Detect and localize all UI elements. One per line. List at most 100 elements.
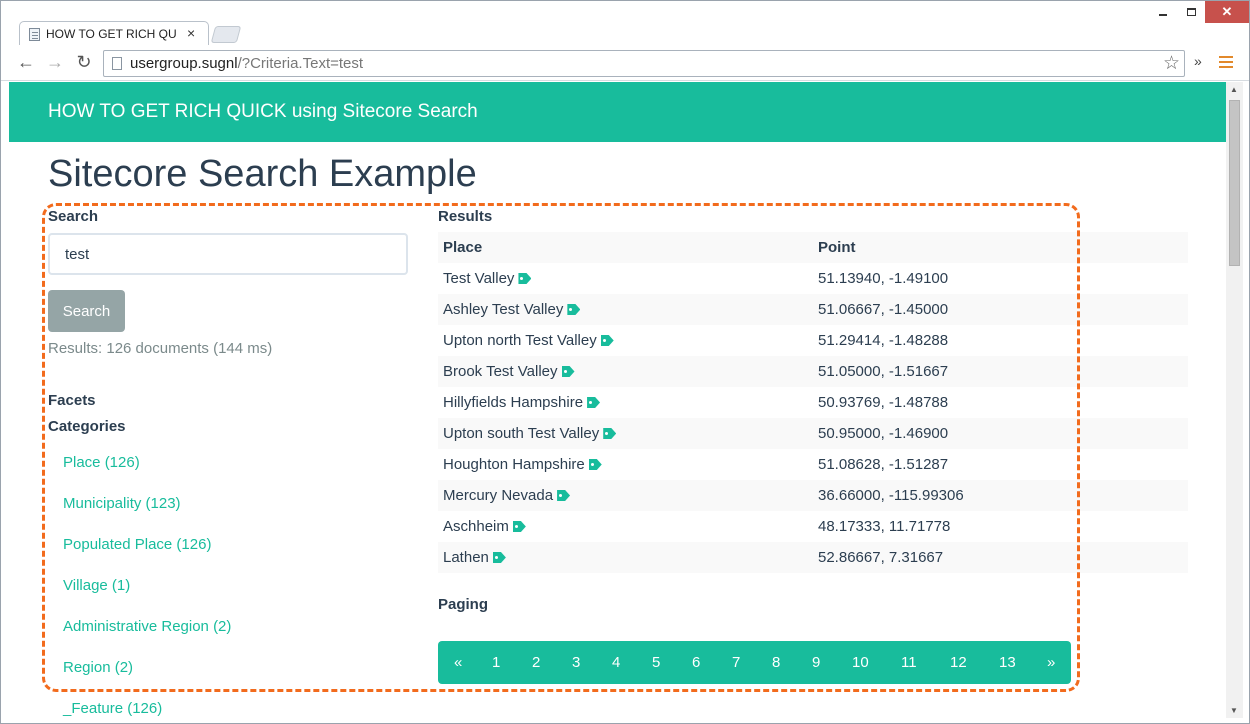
search-label: Search [48,208,99,225]
tab-close-icon[interactable]: × [187,25,195,41]
address-bar[interactable]: usergroup.sugnl/?Criteria.Text=test ☆ [103,50,1185,77]
table-row: Test Valley 51.13940, -1.49100 [438,263,1188,294]
scroll-thumb[interactable] [1229,100,1240,266]
window-controls: ✕ [1149,1,1249,23]
scroll-down-icon[interactable]: ▼ [1230,706,1238,715]
facet-link-place[interactable]: Place (126) [63,454,140,471]
browser-window: HOW TO GET RICH QUICK × ✕ ← → ↻ usergrou… [0,0,1250,724]
page-link-9[interactable]: 9 [812,654,820,671]
tag-icon[interactable] [588,459,602,470]
page-link-6[interactable]: 6 [692,654,700,671]
page-link-3[interactable]: 3 [572,654,580,671]
extensions-overflow-button[interactable]: » [1194,53,1202,69]
tag-icon[interactable] [492,552,506,563]
page-favicon-icon [29,28,40,41]
place-name: Lathen [443,549,489,566]
star-icon[interactable]: ☆ [1163,52,1180,75]
tag-icon[interactable] [587,397,601,408]
search-input[interactable] [48,233,408,275]
page-scrollbar[interactable]: ▲ ▼ [1226,82,1243,718]
point-cell: 51.06667, -1.45000 [813,294,1188,325]
table-row: Upton north Test Valley 51.29414, -1.482… [438,325,1188,356]
page-icon [112,57,122,70]
minimize-button[interactable] [1149,1,1177,23]
pagination: « 1 2 3 4 5 6 7 8 9 10 11 12 13 » [438,641,1071,684]
facets-heading: Facets [48,392,96,409]
table-row: Upton south Test Valley 50.95000, -1.469… [438,418,1188,449]
page-link-10[interactable]: 10 [852,654,869,671]
results-heading: Results [438,208,493,225]
maximize-button[interactable] [1177,1,1205,23]
page-link-8[interactable]: 8 [772,654,780,671]
reload-icon[interactable]: ↻ [73,52,95,73]
page-link-5[interactable]: 5 [652,654,660,671]
place-name: Upton north Test Valley [443,332,597,349]
tag-icon[interactable] [603,428,617,439]
point-cell: 51.05000, -1.51667 [813,356,1188,387]
table-row: Aschheim 48.17333, 11.71778 [438,511,1188,542]
table-row: Mercury Nevada 36.66000, -115.99306 [438,480,1188,511]
new-tab-button[interactable] [210,26,242,43]
place-cell: Upton south Test Valley [438,418,813,449]
place-name: Ashley Test Valley [443,301,564,318]
page-prev-link[interactable]: « [454,654,462,671]
place-cell: Aschheim [438,511,813,542]
browser-tab[interactable]: HOW TO GET RICH QUICK × [19,21,209,47]
hamburger-menu-icon[interactable] [1219,56,1233,68]
tag-icon[interactable] [518,273,532,284]
facet-link-feature[interactable]: _Feature (126) [63,700,162,717]
place-cell: Hillyfields Hampshire [438,387,813,418]
place-name: Brook Test Valley [443,363,558,380]
tag-icon[interactable] [512,521,526,532]
page-link-11[interactable]: 11 [901,654,917,671]
arrow-right-icon[interactable]: → [44,52,66,73]
page-link-2[interactable]: 2 [532,654,540,671]
categories-heading: Categories [48,418,126,435]
paging-heading: Paging [438,596,489,613]
tag-icon[interactable] [561,366,575,377]
page-title: Sitecore Search Example [48,153,477,195]
place-cell: Brook Test Valley [438,356,813,387]
page-link-13[interactable]: 13 [999,654,1016,671]
place-cell: Upton north Test Valley [438,325,813,356]
page-next-link[interactable]: » [1047,654,1055,671]
site-navbar: HOW TO GET RICH QUICK using Sitecore Sea… [9,82,1226,142]
place-cell: Mercury Nevada [438,480,813,511]
search-button[interactable]: Search [48,290,125,332]
column-header-point: Point [813,232,1188,263]
facet-link-municipality[interactable]: Municipality (123) [63,495,181,512]
scroll-up-icon[interactable]: ▲ [1230,85,1238,94]
url-text: usergroup.sugnl/?Criteria.Text=test [130,55,363,72]
place-name: Test Valley [443,270,515,287]
maximize-icon [1186,8,1196,16]
point-cell: 51.13940, -1.49100 [813,263,1188,294]
page-link-12[interactable]: 12 [950,654,967,671]
point-cell: 36.66000, -115.99306 [813,480,1188,511]
table-header-row: Place Point [438,232,1188,263]
page-link-1[interactable]: 1 [492,654,500,671]
arrow-left-icon[interactable]: ← [15,52,37,73]
page-link-4[interactable]: 4 [612,654,620,671]
facet-link-region[interactable]: Region (2) [63,659,133,676]
place-name: Upton south Test Valley [443,425,600,442]
place-cell: Houghton Hampshire [438,449,813,480]
facet-link-village[interactable]: Village (1) [63,577,130,594]
title-bar: HOW TO GET RICH QUICK × ✕ [1,1,1249,47]
point-cell: 50.93769, -1.48788 [813,387,1188,418]
place-name: Aschheim [443,518,509,535]
table-row: Ashley Test Valley 51.06667, -1.45000 [438,294,1188,325]
tag-icon[interactable] [600,335,614,346]
results-table: Place Point Test Valley 51.13940, -1.491… [438,232,1188,573]
tag-icon[interactable] [567,304,581,315]
window-close-button[interactable]: ✕ [1205,1,1249,23]
tag-icon[interactable] [557,490,571,501]
point-cell: 52.86667, 7.31667 [813,542,1188,573]
page-link-7[interactable]: 7 [732,654,740,671]
page-viewport: HOW TO GET RICH QUICK using Sitecore Sea… [9,82,1226,718]
facet-link-populated-place[interactable]: Populated Place (126) [63,536,211,553]
tab-title: HOW TO GET RICH QUICK [46,27,176,41]
table-row: Hillyfields Hampshire 50.93769, -1.48788 [438,387,1188,418]
table-row: Lathen 52.86667, 7.31667 [438,542,1188,573]
facet-link-administrative-region[interactable]: Administrative Region (2) [63,618,231,635]
site-brand-link[interactable]: HOW TO GET RICH QUICK using Sitecore Sea… [48,101,478,123]
